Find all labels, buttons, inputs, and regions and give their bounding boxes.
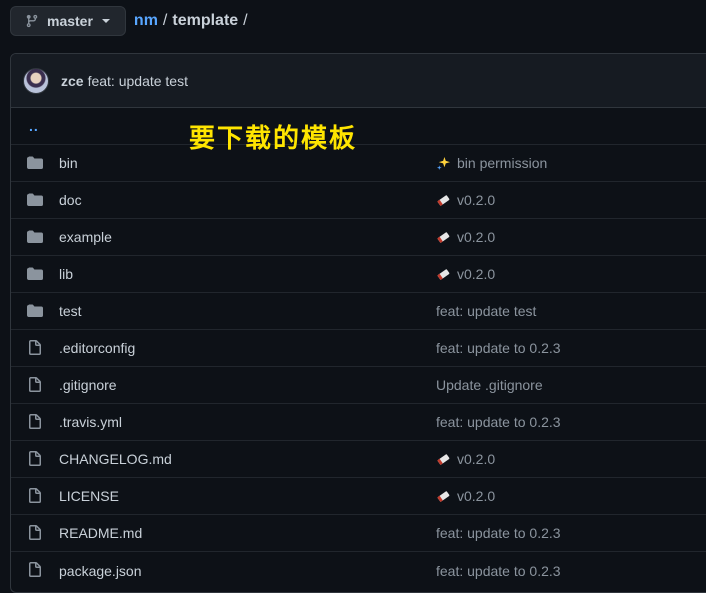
branch-select-button[interactable]: master bbox=[10, 6, 126, 36]
file-icon bbox=[27, 451, 43, 467]
file-row[interactable]: .travis.yml feat: update to 0.2.3 bbox=[11, 404, 706, 441]
commit-message-text: feat: update to 0.2.3 bbox=[436, 414, 561, 430]
folder-icon bbox=[27, 192, 43, 208]
file-row[interactable]: CHANGELOG.md v0.2.0 bbox=[11, 441, 706, 478]
file-row[interactable]: LICENSE v0.2.0 bbox=[11, 478, 706, 515]
file-name-link[interactable]: LICENSE bbox=[59, 488, 119, 504]
commit-message-link[interactable]: feat: update to 0.2.3 bbox=[436, 340, 561, 356]
commit-message-text: v0.2.0 bbox=[457, 229, 496, 245]
file-row[interactable]: doc v0.2.0 bbox=[11, 182, 706, 219]
file-icon bbox=[27, 414, 43, 430]
file-row[interactable]: .editorconfig feat: update to 0.2.3 bbox=[11, 330, 706, 367]
parent-directory-row[interactable]: .. bbox=[11, 108, 706, 145]
commit-message-text: feat: update to 0.2.3 bbox=[436, 562, 561, 579]
commit-message-text: v0.2.0 bbox=[457, 451, 496, 467]
git-branch-icon bbox=[25, 13, 39, 29]
file-list: .. bin bin permission doc v0.2.0 example v0.2… bbox=[11, 108, 706, 589]
file-row[interactable]: example v0.2.0 bbox=[11, 219, 706, 256]
commit-message-link[interactable]: v0.2.0 bbox=[436, 266, 495, 282]
file-name-link[interactable]: example bbox=[59, 229, 112, 245]
breadcrumb-separator: / bbox=[243, 12, 248, 29]
annotation-label: 要下载的模板 bbox=[189, 124, 358, 154]
file-name-link[interactable]: bin bbox=[59, 155, 78, 171]
latest-commit-bar: zce feat: update test bbox=[11, 54, 706, 108]
file-icon bbox=[27, 377, 43, 393]
bookmark-icon bbox=[436, 267, 451, 282]
commit-message-text: v0.2.0 bbox=[457, 266, 496, 282]
chevron-down-icon bbox=[101, 17, 111, 25]
commit-message-link[interactable]: feat: update to 0.2.3 bbox=[436, 563, 561, 579]
branch-label: master bbox=[47, 13, 93, 29]
commit-message-link[interactable]: Update .gitignore bbox=[436, 377, 543, 393]
bookmark-icon bbox=[436, 452, 451, 467]
commit-message-link[interactable]: feat: update to 0.2.3 bbox=[436, 414, 561, 430]
breadcrumb: nm / template / bbox=[134, 12, 248, 30]
commit-message-link[interactable]: v0.2.0 bbox=[436, 488, 495, 504]
commit-message-link[interactable]: feat: update to 0.2.3 bbox=[436, 525, 561, 541]
commit-message-text: Update .gitignore bbox=[436, 377, 543, 393]
file-row[interactable]: .gitignore Update .gitignore bbox=[11, 367, 706, 404]
file-row[interactable]: test feat: update test bbox=[11, 293, 706, 330]
commit-message-text: feat: update test bbox=[436, 303, 537, 319]
sparkles-icon bbox=[436, 156, 451, 171]
file-row[interactable]: package.json feat: update to 0.2.3 bbox=[11, 552, 706, 589]
file-name-link[interactable]: .editorconfig bbox=[59, 340, 135, 356]
file-name-link[interactable]: doc bbox=[59, 192, 82, 208]
file-name-link[interactable]: .travis.yml bbox=[59, 414, 122, 430]
bookmark-icon bbox=[436, 193, 451, 208]
file-name-link[interactable]: package.json bbox=[59, 563, 142, 579]
file-name-link[interactable]: lib bbox=[59, 266, 73, 282]
topbar: master nm / template / bbox=[10, 5, 248, 37]
file-icon bbox=[27, 340, 43, 356]
breadcrumb-separator: / bbox=[162, 12, 168, 29]
commit-message-text: v0.2.0 bbox=[457, 488, 496, 504]
commit-message-link[interactable]: v0.2.0 bbox=[436, 192, 495, 208]
file-name-link[interactable]: test bbox=[59, 303, 82, 319]
parent-directory-link[interactable]: .. bbox=[29, 118, 39, 134]
commit-message[interactable]: feat: update test bbox=[88, 73, 188, 89]
bookmark-icon bbox=[436, 230, 451, 245]
file-name-link[interactable]: .gitignore bbox=[59, 377, 117, 393]
commit-author[interactable]: zce bbox=[61, 73, 84, 89]
folder-icon bbox=[27, 155, 43, 171]
file-icon bbox=[27, 525, 43, 541]
commit-message-link[interactable]: v0.2.0 bbox=[436, 451, 495, 467]
commit-message-text: bin permission bbox=[457, 155, 548, 171]
commit-message-link[interactable]: bin permission bbox=[436, 155, 547, 171]
file-row[interactable]: bin bin permission bbox=[11, 145, 706, 182]
avatar[interactable] bbox=[23, 67, 49, 94]
breadcrumb-repo-link[interactable]: nm bbox=[134, 12, 158, 30]
file-icon bbox=[27, 562, 43, 578]
file-name-link[interactable]: README.md bbox=[59, 525, 142, 541]
commit-message-text: feat: update to 0.2.3 bbox=[436, 525, 561, 541]
folder-icon bbox=[27, 303, 43, 319]
commit-message-text: feat: update to 0.2.3 bbox=[436, 340, 561, 356]
file-row[interactable]: README.md feat: update to 0.2.3 bbox=[11, 515, 706, 552]
bookmark-icon bbox=[436, 489, 451, 504]
file-row[interactable]: lib v0.2.0 bbox=[11, 256, 706, 293]
commit-message-text: v0.2.0 bbox=[457, 192, 496, 208]
file-icon bbox=[27, 488, 43, 504]
breadcrumb-current-folder: template bbox=[172, 12, 239, 29]
folder-icon bbox=[27, 229, 43, 245]
file-browser: zce feat: update test .. bin bin permissi… bbox=[10, 53, 706, 593]
folder-icon bbox=[27, 266, 43, 282]
file-name-link[interactable]: CHANGELOG.md bbox=[59, 451, 172, 467]
commit-message-link[interactable]: v0.2.0 bbox=[436, 229, 495, 245]
commit-message-link[interactable]: feat: update test bbox=[436, 303, 536, 319]
